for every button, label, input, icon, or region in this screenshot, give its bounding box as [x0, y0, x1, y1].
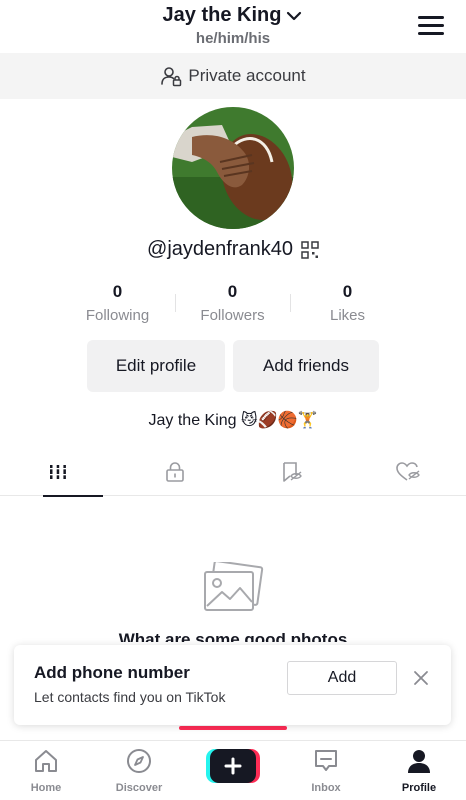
stat-likes[interactable]: 0 Likes	[290, 282, 405, 326]
private-account-banner: Private account	[0, 53, 466, 99]
nav-home[interactable]: Home	[6, 747, 86, 794]
chevron-down-icon	[287, 11, 302, 20]
tab-saved[interactable]	[233, 448, 350, 496]
empty-state-text: What are some good photos	[118, 630, 348, 642]
add-friends-button[interactable]: Add friends	[233, 340, 379, 392]
stat-value: 0	[342, 282, 353, 301]
nav-label: Discover	[115, 782, 163, 794]
edit-profile-button[interactable]: Edit profile	[87, 340, 225, 392]
nav-profile[interactable]: Profile	[379, 747, 459, 794]
tab-liked[interactable]	[350, 448, 466, 496]
bio: Jay the King 😼🏈🏀🏋️	[148, 412, 318, 429]
nav-label: Home	[30, 782, 62, 794]
stat-value: 0	[112, 282, 123, 301]
nav-inbox[interactable]: Inbox	[286, 747, 366, 794]
compass-icon	[127, 749, 151, 773]
private-user-icon	[161, 67, 182, 87]
lock-icon	[165, 462, 184, 482]
tab-private[interactable]	[117, 448, 234, 496]
stat-following[interactable]: 0 Following	[60, 282, 175, 326]
avatar-image	[172, 107, 294, 229]
private-account-label: Private account	[188, 66, 306, 85]
inbox-icon	[315, 750, 337, 771]
tab-videos[interactable]	[0, 448, 117, 497]
username-row: @jaydenfrank40	[0, 238, 466, 261]
card-title: Add phone number	[34, 663, 190, 682]
bookmark-hidden-icon	[283, 462, 303, 482]
content-tabs	[0, 448, 466, 497]
add-phone-button[interactable]: Add	[287, 661, 397, 695]
person-icon	[408, 750, 430, 773]
nav-discover[interactable]: Discover	[99, 747, 179, 794]
menu-icon[interactable]	[418, 14, 446, 36]
nav-label: Profile	[401, 782, 437, 794]
profile-stats: 0 Following 0 Followers 0 Likes	[60, 282, 406, 326]
stat-followers[interactable]: 0 Followers	[175, 282, 290, 326]
stat-divider	[290, 294, 291, 312]
stat-label: Likes	[329, 307, 366, 324]
heart-hidden-icon	[395, 462, 420, 481]
card-subtitle: Let contacts find you on TikTok	[34, 689, 226, 705]
photos-placeholder-icon	[204, 562, 264, 611]
home-icon	[35, 750, 57, 772]
stat-value: 0	[227, 282, 238, 301]
upload-button-strip[interactable]	[179, 726, 287, 730]
close-icon[interactable]	[410, 667, 432, 689]
stat-divider	[175, 294, 176, 312]
create-plus-icon[interactable]	[206, 749, 260, 783]
bottom-nav: Home Discover Inbox Profile	[0, 740, 466, 800]
stat-label: Following	[85, 307, 150, 324]
stat-label: Followers	[200, 307, 265, 324]
username: @jaydenfrank40	[147, 238, 293, 260]
profile-header: Jay the King he/him/his	[0, 0, 466, 52]
grid-icon	[49, 465, 68, 479]
account-switcher[interactable]: Jay the King	[0, 4, 466, 27]
profile-actions: Edit profile Add friends	[87, 340, 379, 392]
add-phone-card: Add phone number Let contacts find you o…	[14, 645, 451, 725]
pronouns: he/him/his	[195, 30, 271, 47]
nav-label: Inbox	[311, 782, 341, 794]
qr-code-icon[interactable]	[301, 240, 319, 259]
display-name: Jay the King	[162, 4, 282, 26]
avatar[interactable]	[172, 107, 294, 229]
